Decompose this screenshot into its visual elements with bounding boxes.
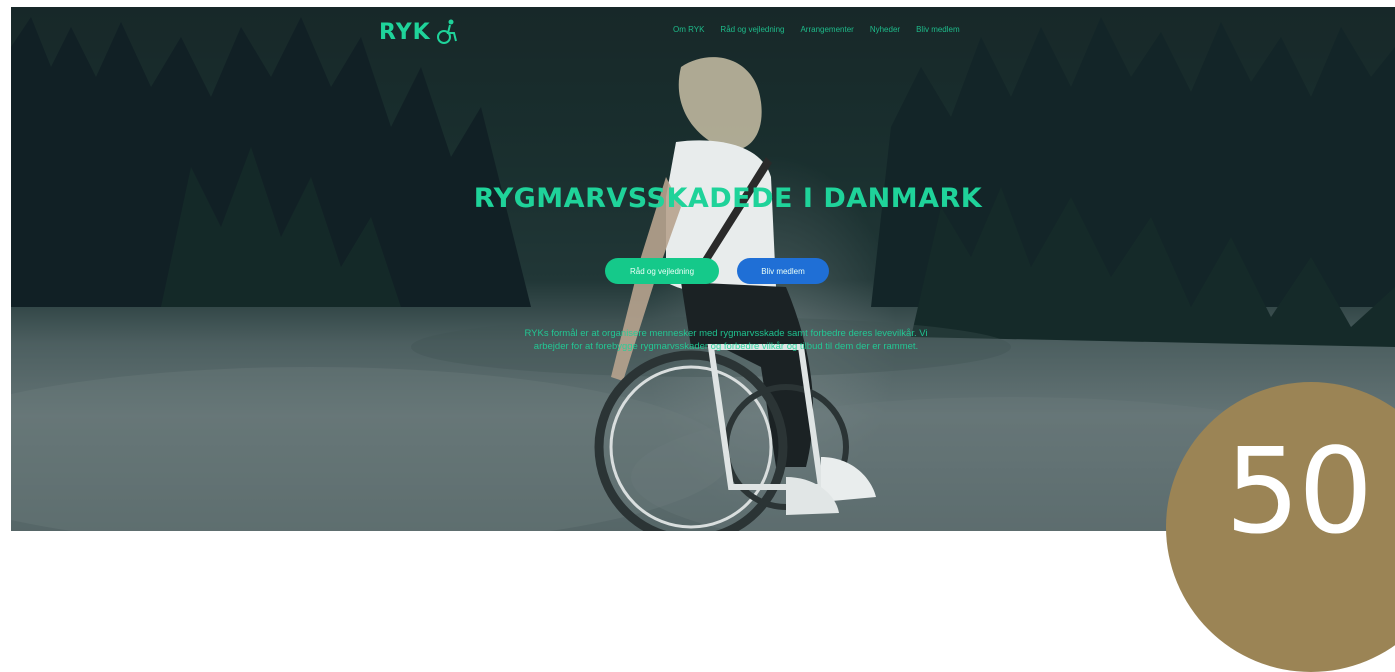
logo-text: RYK	[379, 19, 431, 45]
anniversary-badge-text: 50	[1225, 422, 1373, 560]
main-navigation: Om RYK Råd og vejledning Arrangementer N…	[673, 25, 960, 34]
become-member-button[interactable]: Bliv medlem	[737, 258, 829, 284]
nav-item-bliv-medlem[interactable]: Bliv medlem	[916, 25, 960, 34]
person-in-wheelchair-photo	[594, 57, 876, 531]
nav-item-nyheder[interactable]: Nyheder	[870, 25, 900, 34]
nav-item-arrangementer[interactable]: Arrangementer	[800, 25, 853, 34]
nav-item-om-ryk[interactable]: Om RYK	[673, 25, 704, 34]
nav-item-raad-og-vejledning[interactable]: Råd og vejledning	[720, 25, 784, 34]
hero-title: RYGMARVSSKADEDE I DANMARK	[473, 183, 983, 214]
hero-description: RYKs formål er at organisere mennesker m…	[524, 328, 928, 352]
wheelchair-icon	[436, 19, 457, 44]
logo[interactable]: RYK	[379, 19, 459, 45]
advice-button[interactable]: Råd og vejledning	[605, 258, 719, 284]
